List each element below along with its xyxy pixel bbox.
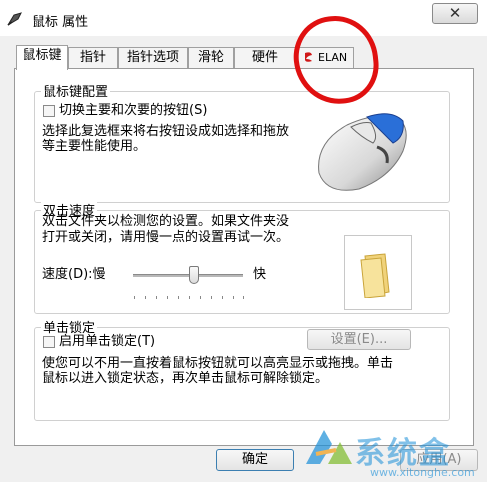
speed-slow-label: 速度(D):慢 [42,267,106,282]
tab-wheel[interactable]: 滑轮 [188,47,234,69]
tab-hardware[interactable]: 硬件 [234,47,296,69]
window-title: 鼠标 属性 [32,15,89,30]
button-config-title: 鼠标键配置 [41,81,111,100]
mouse-illustration-icon [318,113,407,191]
tab-label: 指针 [79,50,106,65]
tab-label: 指针选项 [126,50,179,65]
tab-pointers[interactable]: 指针 [68,47,118,69]
click-lock-description-1: 使您可以不用一直按着鼠标按钮就可以高亮显示或拖拽。单击 [42,356,394,371]
slider-ticks-icon [134,296,244,299]
tab-label: 滑轮 [197,50,224,65]
close-icon: ✕ [448,4,462,22]
button-config-description-1: 选择此复选框来将右按钮设成如选择和拖放 [42,124,290,139]
double-click-description-2: 打开或关闭，请用慢一点的设置再试一次。 [42,230,290,245]
speed-slider-ticks [133,289,245,299]
close-button[interactable]: ✕ [432,3,478,24]
click-lock-label: 启用单击锁定(T) [59,334,156,349]
speed-slider-thumb[interactable] [188,266,199,284]
switch-buttons-label: 切换主要和次要的按钮(S) [59,103,208,118]
tab-label: 硬件 [251,50,278,65]
tab-mouse-buttons[interactable]: 鼠标键 [16,45,68,70]
watermark-logo-icon [306,430,352,464]
folder-icon [360,253,390,298]
tab-panel: 鼠标键配置 切换主要和次要的按钮(S) 选择此复选框来将右按钮设成如选择和拖放 … [14,68,474,446]
click-lock-checkbox[interactable] [43,336,55,348]
title-bar: 鼠标 属性 ✕ [0,0,487,36]
switch-buttons-checkbox[interactable] [43,105,55,117]
tab-pointer-options[interactable]: 指针选项 [118,47,188,69]
click-lock-description-2: 鼠标以进入锁定状态，再次单击鼠标可解除锁定。 [42,371,329,386]
tab-label: 鼠标键 [22,48,62,63]
watermark-url: www.xitonghe.com [370,466,475,479]
mouse-pointer-icon [7,12,22,26]
mouse-properties-window: 鼠标 属性 ✕ 鼠标键 指针 指针选项 滑轮 硬件 ELAN 鼠标键配置 切换主… [0,0,487,482]
speed-fast-label: 快 [253,267,267,282]
click-lock-settings-button[interactable]: 设置(E)... [307,329,411,350]
ok-button[interactable]: 确定 [216,449,294,471]
test-folder-area[interactable] [344,235,412,310]
double-click-description-1: 双击文件夹以检测您的设置。如果文件夹没 [42,214,290,229]
button-config-description-2: 等主要性能使用。 [42,139,147,154]
